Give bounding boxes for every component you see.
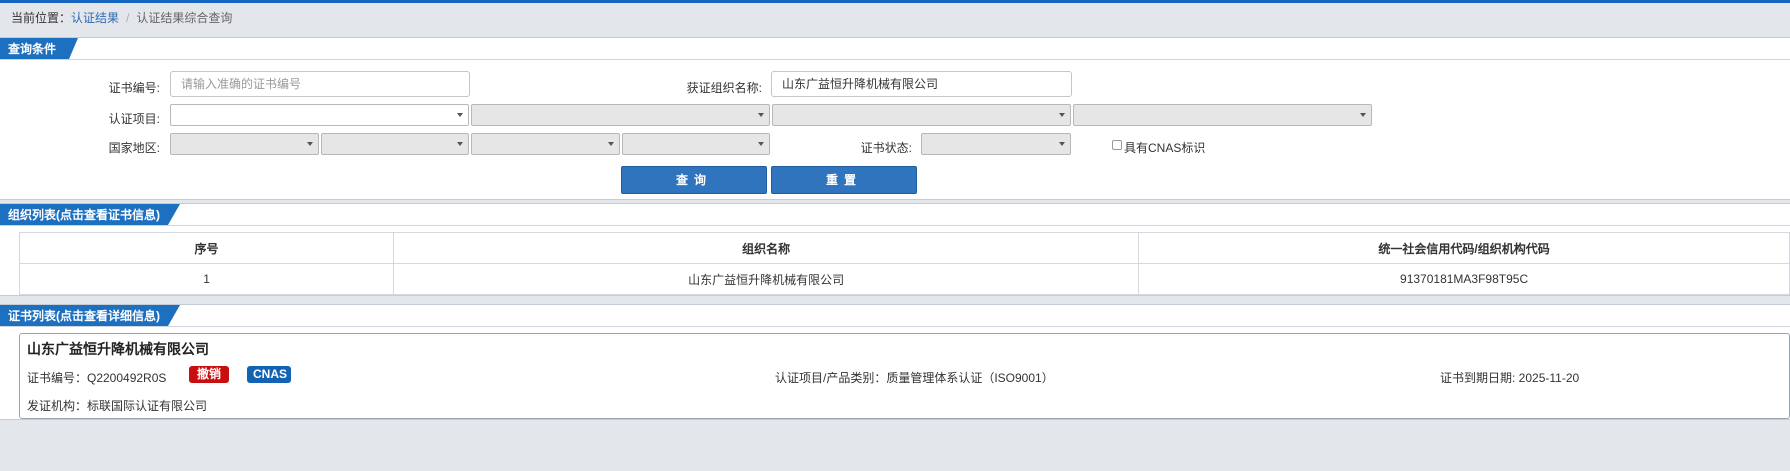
chevron-down-icon	[457, 113, 463, 117]
chevron-down-icon	[1059, 142, 1065, 146]
org-name-label: 获证组织名称:	[686, 81, 762, 95]
cert-no-label: 证书编号:	[108, 81, 160, 95]
cert-card[interactable]: 山东广益恒升降机械有限公司 证书编号：Q2200492R0S 撤销 CNAS 认…	[19, 333, 1790, 419]
region-select-2[interactable]	[321, 133, 469, 155]
cnas-checkbox-label: 具有CNAS标识	[1124, 141, 1206, 155]
cert-list-tab: 证书列表(点击查看详细信息)	[0, 305, 180, 327]
region-select-3[interactable]	[471, 133, 620, 155]
row-no: 1	[18, 263, 395, 295]
tab-divider	[0, 225, 1790, 226]
tab-divider	[0, 59, 1790, 60]
cert-status-select[interactable]	[921, 133, 1071, 155]
chevron-down-icon	[608, 142, 614, 146]
col-header-no: 序号	[18, 232, 395, 264]
cert-no-input[interactable]	[170, 71, 470, 97]
cert-project-select-3[interactable]	[772, 104, 1071, 126]
cert-card-issuer: 发证机构：标联国际认证有限公司	[27, 399, 208, 413]
chevron-down-icon	[1360, 113, 1366, 117]
reset-button[interactable]: 重置	[771, 166, 917, 194]
org-list-tab: 组织列表(点击查看证书信息)	[0, 204, 180, 226]
cert-card-expiry: 证书到期日期: 2025-11-20	[1440, 371, 1580, 385]
status-badge: 撤销	[189, 366, 229, 383]
chevron-down-icon	[457, 142, 463, 146]
cert-project-select-1[interactable]	[170, 104, 469, 126]
breadcrumb-link[interactable]: 认证结果	[71, 11, 119, 25]
table-header-row: 序号 组织名称 统一社会信用代码/组织机构代码	[18, 232, 1790, 264]
cert-card-org: 山东广益恒升降机械有限公司	[27, 341, 209, 357]
region-label: 国家地区:	[108, 141, 160, 155]
region-select-4[interactable]	[622, 133, 770, 155]
cert-card-no: 证书编号：Q2200492R0S	[27, 371, 167, 385]
cert-project-select-2[interactable]	[471, 104, 770, 126]
cert-project-label: 认证项目:	[108, 112, 160, 126]
col-header-code: 统一社会信用代码/组织机构代码	[1138, 232, 1790, 264]
region-select-1[interactable]	[170, 133, 319, 155]
cert-project-select-4[interactable]	[1073, 104, 1372, 126]
org-name-input[interactable]: 山东广益恒升降机械有限公司	[771, 71, 1072, 97]
chevron-down-icon	[1059, 113, 1065, 117]
breadcrumb-separator: /	[126, 11, 130, 25]
cert-status-label: 证书状态:	[860, 141, 912, 155]
chevron-down-icon	[307, 142, 313, 146]
row-org-name[interactable]: 山东广益恒升降机械有限公司	[393, 263, 1140, 295]
row-credit-code: 91370181MA3F98T95C	[1138, 263, 1790, 295]
tab-divider	[0, 326, 1790, 327]
query-panel-tab: 查询条件	[0, 38, 78, 60]
table-row[interactable]: 1 山东广益恒升降机械有限公司 91370181MA3F98T95C	[18, 263, 1790, 295]
breadcrumb: 当前位置：认证结果 / 认证结果综合查询	[11, 9, 232, 26]
col-header-name: 组织名称	[393, 232, 1140, 264]
top-accent-bar	[0, 0, 1790, 3]
cnas-checkbox[interactable]	[1112, 140, 1122, 150]
cnas-badge: CNAS	[247, 366, 291, 383]
org-table: 序号 组织名称 统一社会信用代码/组织机构代码 1 山东广益恒升降机械有限公司 …	[18, 232, 1790, 295]
cert-card-project: 认证项目/产品类别：质量管理体系认证（ISO9001）	[775, 371, 1054, 385]
chevron-down-icon	[758, 113, 764, 117]
breadcrumb-prefix: 当前位置：	[11, 11, 72, 25]
search-button[interactable]: 查询	[621, 166, 767, 194]
chevron-down-icon	[758, 142, 764, 146]
breadcrumb-current: 认证结果综合查询	[136, 11, 233, 25]
